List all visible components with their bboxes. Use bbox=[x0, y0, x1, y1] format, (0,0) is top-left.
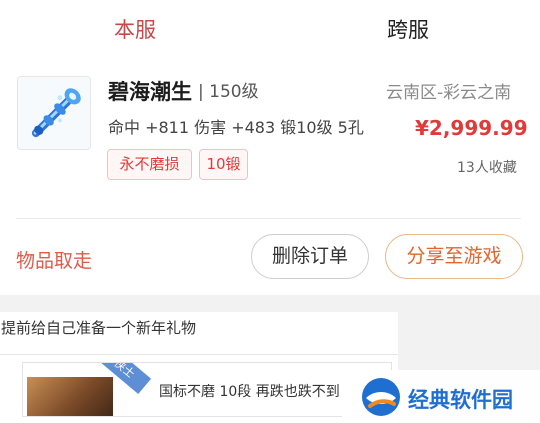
item-price: ¥2,999.99 bbox=[415, 116, 528, 140]
promo-section: 提前给自己准备一个新年礼物 侠士 国标不磨 10段 再跌也跌不到 bbox=[0, 312, 398, 423]
promo-list-item[interactable]: 侠士 国标不磨 10段 再跌也跌不到 bbox=[22, 362, 392, 417]
blue-staff-weapon-icon bbox=[31, 88, 81, 138]
tab-local-server[interactable]: 本服 bbox=[114, 14, 156, 44]
promo-title: 提前给自己准备一个新年礼物 bbox=[1, 319, 197, 337]
promo-item-image bbox=[27, 377, 113, 416]
share-to-game-button[interactable]: 分享至游戏 bbox=[385, 234, 523, 279]
server-tabs: 本服 跨服 bbox=[0, 0, 540, 60]
site-watermark: 经典软件园 bbox=[342, 370, 540, 423]
watermark-logo-icon bbox=[362, 378, 400, 416]
favorites-count: 13人收藏 bbox=[457, 160, 517, 176]
order-card: 碧海潮生 | 150级 云南区-彩云之南 命中 +811 伤害 +483 锻10… bbox=[0, 60, 540, 295]
delete-order-button[interactable]: 删除订单 bbox=[251, 234, 369, 279]
item-stats: 命中 +811 伤害 +483 锻10级 5孔 bbox=[108, 118, 364, 137]
tab-cross-server[interactable]: 跨服 bbox=[387, 14, 429, 44]
pickup-link[interactable]: 物品取走 bbox=[16, 246, 92, 273]
promo-item-text: 国标不磨 10段 再跌也跌不到 bbox=[159, 384, 340, 400]
tag-never-wear: 永不磨损 bbox=[107, 149, 192, 180]
item-level: | 150级 bbox=[198, 82, 259, 102]
item-server: 云南区-彩云之南 bbox=[386, 83, 512, 103]
item-thumbnail[interactable] bbox=[17, 76, 91, 150]
promo-divider bbox=[0, 354, 398, 355]
tag-forge-level: 10锻 bbox=[199, 149, 248, 180]
item-name: 碧海潮生 bbox=[108, 80, 192, 104]
card-divider bbox=[16, 218, 521, 219]
watermark-text: 经典软件园 bbox=[408, 388, 513, 412]
